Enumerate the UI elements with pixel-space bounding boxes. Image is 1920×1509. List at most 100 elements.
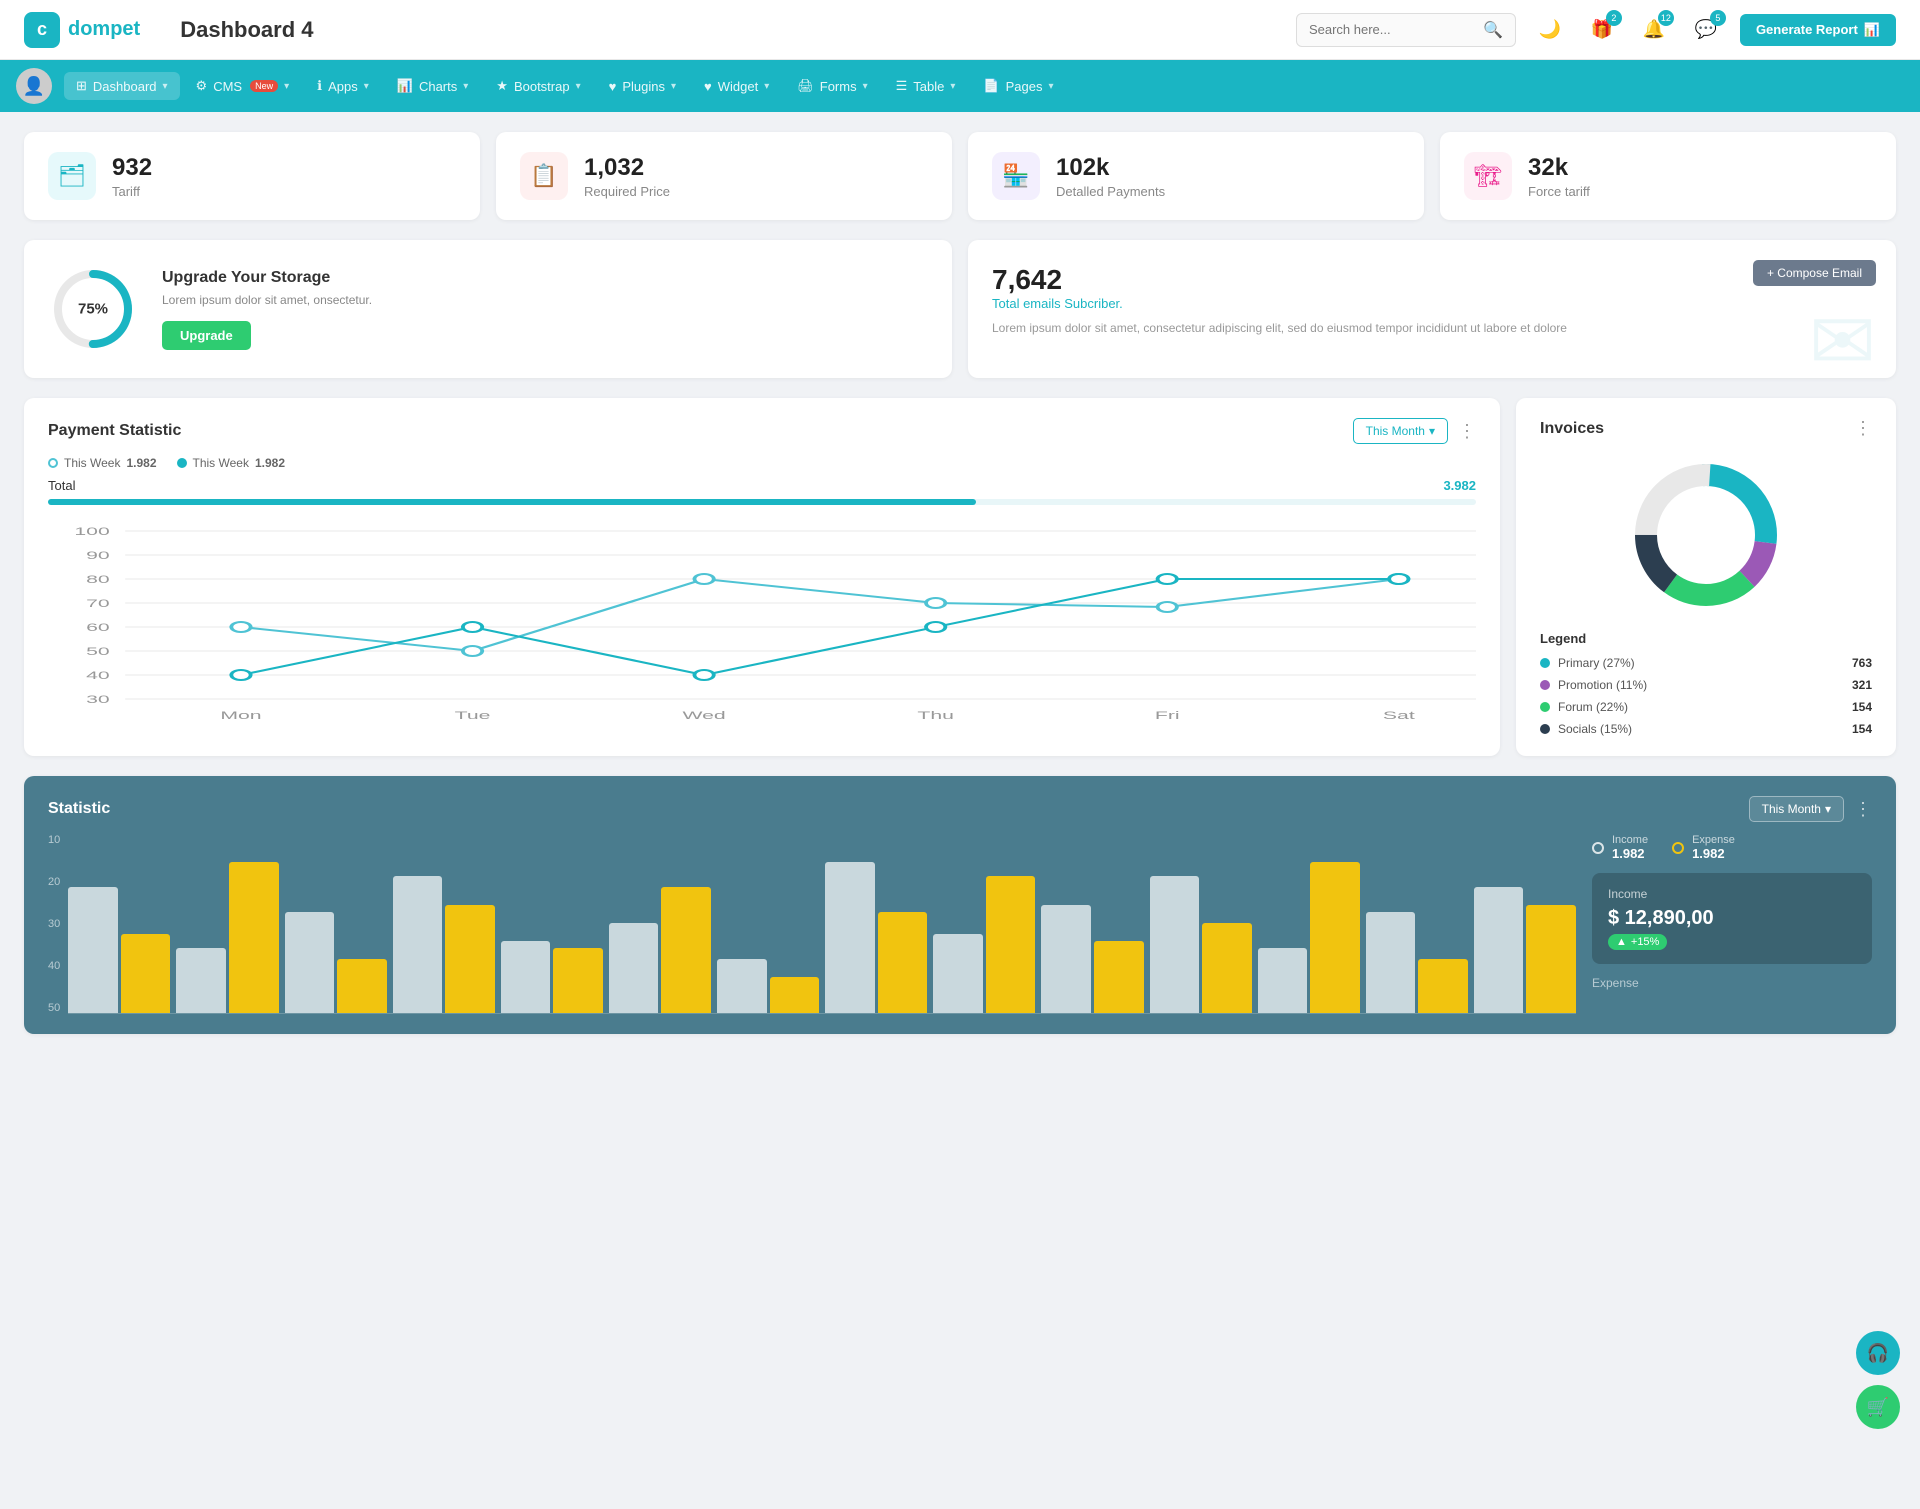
nav-arrow-pages: ▾ bbox=[1048, 81, 1053, 92]
search-bar[interactable]: 🔍 bbox=[1296, 13, 1516, 47]
bell-badge: 12 bbox=[1658, 10, 1674, 26]
pages-icon: 📄 bbox=[983, 78, 999, 94]
chat-button[interactable]: 💬 5 bbox=[1688, 12, 1724, 48]
search-icon: 🔍 bbox=[1483, 20, 1503, 40]
income-legend-label: Income bbox=[1612, 834, 1648, 846]
svg-text:Fri: Fri bbox=[1155, 709, 1180, 721]
storage-title: Upgrade Your Storage bbox=[162, 269, 372, 287]
payment-menu-button[interactable]: ⋮ bbox=[1458, 421, 1476, 442]
stat-card-force: 🏗 32k Force tariff bbox=[1440, 132, 1896, 220]
nav-item-forms[interactable]: 🖨 Forms ▾ bbox=[785, 72, 879, 100]
nav-item-widget[interactable]: ♥ Widget ▾ bbox=[692, 73, 781, 100]
floating-buttons: 🎧 🛒 bbox=[1856, 1331, 1900, 1429]
bar-white-9 bbox=[1041, 905, 1091, 1013]
upgrade-button[interactable]: Upgrade bbox=[162, 321, 251, 350]
legend-item-1: This Week 1.982 bbox=[48, 456, 157, 470]
nav-item-bootstrap[interactable]: ★ Bootstrap ▾ bbox=[484, 72, 592, 100]
bar-yellow-12 bbox=[1418, 959, 1468, 1013]
bar-yellow-2 bbox=[337, 959, 387, 1013]
bar-yellow-4 bbox=[553, 948, 603, 1013]
moon-toggle[interactable]: 🌙 bbox=[1532, 12, 1568, 48]
logo-text: dompet bbox=[68, 18, 140, 41]
bar-white-7 bbox=[825, 862, 875, 1013]
bar-white-10 bbox=[1150, 876, 1200, 1013]
invoices-menu-button[interactable]: ⋮ bbox=[1854, 418, 1872, 439]
svg-text:90: 90 bbox=[86, 549, 110, 561]
legend-dot-2 bbox=[177, 458, 187, 468]
nav-item-pages[interactable]: 📄 Pages ▾ bbox=[971, 72, 1065, 100]
statistic-title: Statistic bbox=[48, 800, 110, 818]
nav-item-cms[interactable]: ⚙ CMS New ▾ bbox=[184, 72, 302, 100]
nav-item-dashboard[interactable]: ⊞ Dashboard ▾ bbox=[64, 72, 180, 100]
search-input[interactable] bbox=[1309, 22, 1475, 37]
email-description: Lorem ipsum dolor sit amet, consectetur … bbox=[992, 319, 1872, 337]
primary-dot bbox=[1540, 658, 1550, 668]
nav-item-charts[interactable]: 📊 Charts ▾ bbox=[385, 72, 481, 100]
compose-email-button[interactable]: + Compose Email bbox=[1753, 260, 1876, 286]
dropdown-arrow-icon-stat: ▾ bbox=[1825, 802, 1831, 816]
svg-text:40: 40 bbox=[86, 669, 110, 681]
total-bar bbox=[48, 499, 976, 505]
promotion-value: 321 bbox=[1852, 678, 1872, 692]
tariff-value: 932 bbox=[112, 154, 152, 182]
nav-arrow-widget: ▾ bbox=[764, 81, 769, 92]
bar-yellow-5 bbox=[661, 887, 711, 1013]
gift-button[interactable]: 🎁 2 bbox=[1584, 12, 1620, 48]
income-legend-value: 1.982 bbox=[1612, 846, 1648, 861]
nav-item-plugins[interactable]: ♥ Plugins ▾ bbox=[597, 73, 688, 100]
socials-value: 154 bbox=[1852, 722, 1872, 736]
bar-group-5 bbox=[609, 834, 711, 1013]
payment-filter-button[interactable]: This Month ▾ bbox=[1353, 418, 1448, 444]
bar-yellow-3 bbox=[445, 905, 495, 1013]
legend-forum: Forum (22%) 154 bbox=[1540, 700, 1872, 714]
svg-text:Tue: Tue bbox=[455, 709, 491, 721]
payments-icon: 🏪 bbox=[1002, 163, 1029, 189]
generate-report-button[interactable]: Generate Report 📊 bbox=[1740, 14, 1896, 46]
svg-text:60: 60 bbox=[86, 621, 110, 633]
stat-info-tariff: 932 Tariff bbox=[112, 154, 152, 199]
nav-arrow-table: ▾ bbox=[950, 81, 955, 92]
nav-item-table[interactable]: ☰ Table ▾ bbox=[884, 72, 968, 100]
expense-legend-dot bbox=[1672, 842, 1684, 854]
bar-white-3 bbox=[393, 876, 443, 1013]
payment-title: Payment Statistic bbox=[48, 422, 181, 440]
price-icon-wrap: 📋 bbox=[520, 152, 568, 200]
payments-value: 102k bbox=[1056, 154, 1165, 182]
price-label: Required Price bbox=[584, 184, 670, 199]
cart-button[interactable]: 🛒 bbox=[1856, 1385, 1900, 1429]
invoices-card: Invoices ⋮ Legend bbox=[1516, 398, 1896, 756]
table-icon: ☰ bbox=[896, 78, 908, 94]
total-bar-wrap bbox=[48, 499, 1476, 505]
gift-badge: 2 bbox=[1606, 10, 1622, 26]
bar-white-13 bbox=[1474, 887, 1524, 1013]
total-value: 3.982 bbox=[1443, 478, 1476, 493]
income-legend-dot bbox=[1592, 842, 1604, 854]
chart-with-y-axis: 50 40 30 20 10 bbox=[48, 834, 1576, 1014]
bar-white-2 bbox=[285, 912, 335, 1013]
main-content: 🗂 932 Tariff 📋 1,032 Required Price 🏪 10… bbox=[0, 112, 1920, 1054]
svg-text:80: 80 bbox=[86, 573, 110, 585]
invoices-title: Invoices bbox=[1540, 420, 1604, 438]
primary-value: 763 bbox=[1852, 656, 1872, 670]
promotion-dot bbox=[1540, 680, 1550, 690]
bar-group-6 bbox=[717, 834, 819, 1013]
expense-legend-label: Expense bbox=[1692, 834, 1735, 846]
nav-item-apps[interactable]: ℹ Apps ▾ bbox=[305, 72, 381, 100]
email-bg-icon: ✉ bbox=[1809, 295, 1876, 378]
income-box-label: Income bbox=[1608, 887, 1856, 901]
svg-text:70: 70 bbox=[86, 597, 110, 609]
support-button[interactable]: 🎧 bbox=[1856, 1331, 1900, 1375]
income-legend: Income 1.982 bbox=[1592, 834, 1648, 861]
statistic-menu-button[interactable]: ⋮ bbox=[1854, 799, 1872, 820]
apps-icon: ℹ bbox=[317, 78, 322, 94]
invoices-donut-svg bbox=[1626, 455, 1786, 615]
bar-chart bbox=[68, 834, 1576, 1014]
bar-white-11 bbox=[1258, 948, 1308, 1013]
dashboard-icon: ⊞ bbox=[76, 78, 87, 94]
bar-chart-icon: 📊 bbox=[1864, 22, 1880, 38]
statistic-filter-button[interactable]: This Month ▾ bbox=[1749, 796, 1844, 822]
total-row: Total 3.982 bbox=[48, 478, 1476, 493]
bell-button[interactable]: 🔔 12 bbox=[1636, 12, 1672, 48]
price-value: 1,032 bbox=[584, 154, 670, 182]
income-box: Income $ 12,890,00 ▲ +15% bbox=[1592, 873, 1872, 964]
